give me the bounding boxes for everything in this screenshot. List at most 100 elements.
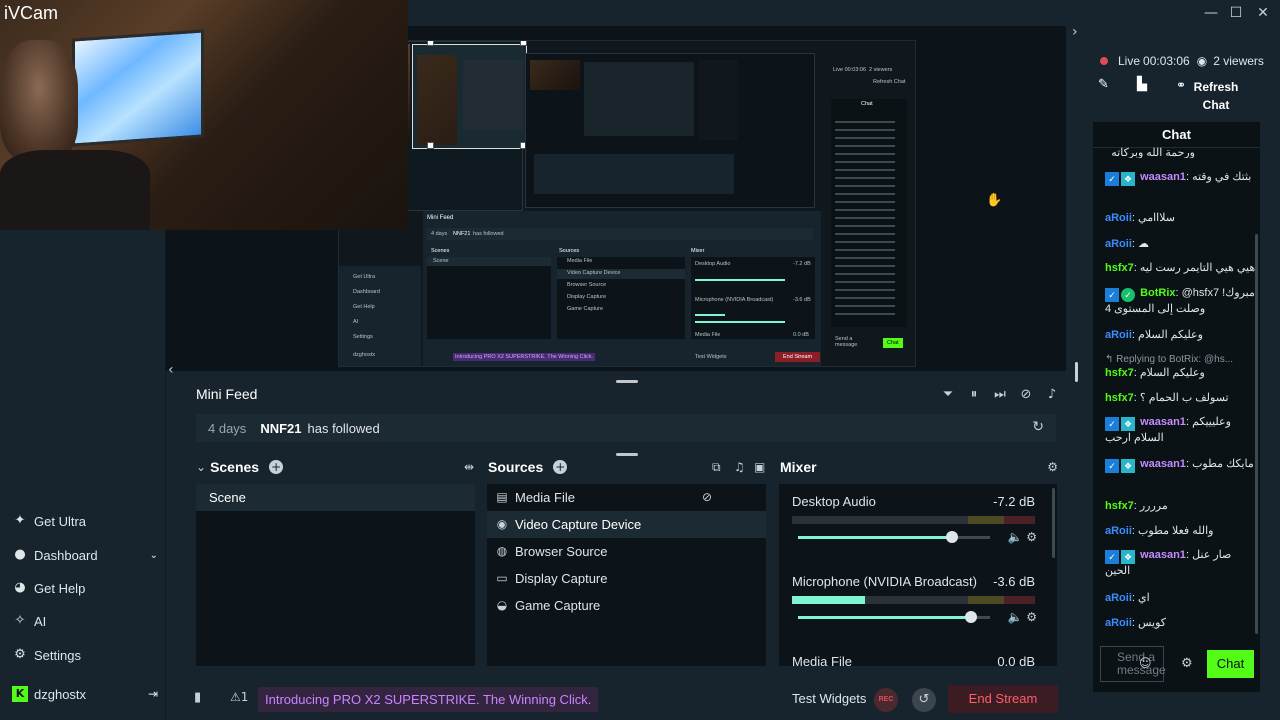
source-label: Media File	[515, 490, 575, 505]
webcam-icon: ◉	[496, 517, 508, 531]
gear-icon[interactable]: ⚙	[1047, 460, 1058, 474]
chat-settings-gear-icon[interactable]: ⚙	[1181, 656, 1193, 671]
chat-message: aRoii: اي	[1105, 592, 1150, 604]
gamepad-icon: ◒	[496, 598, 508, 612]
mixer-scrollbar[interactable]	[1052, 488, 1055, 558]
source-label: Video Capture Device	[515, 517, 642, 532]
popout-icon[interactable]: ▙	[1137, 77, 1147, 92]
audio-source-icon[interactable]: ♫	[734, 460, 745, 474]
mute-icon[interactable]: 🔈 ⚙	[1007, 610, 1037, 624]
sidebar-item-get-ultra[interactable]: ✦ Get Ultra	[12, 510, 86, 532]
source-item-display[interactable]: ▭ Display Capture	[487, 565, 766, 592]
verified-icon: ✓	[1105, 417, 1119, 431]
source-item-video-capture[interactable]: ◉ Video Capture Device	[487, 511, 766, 538]
scenes-title: Scenes	[210, 459, 260, 475]
chat-message-input[interactable]: Send a message	[1100, 646, 1166, 682]
message-text: وعليكم السلام	[1139, 367, 1205, 379]
mixer-channel-media: Media File 0.0 dB	[779, 648, 1047, 666]
chat-message: aRoii: ☁	[1105, 237, 1150, 250]
folder-icon[interactable]: ▣	[754, 460, 765, 474]
username: dzghostx	[34, 686, 87, 702]
source-layout-icon[interactable]: ⧉	[712, 460, 721, 475]
hidden-eye-icon[interactable]: ⊘	[700, 484, 714, 511]
logout-icon[interactable]: ⇥	[148, 687, 158, 701]
source-label: Browser Source	[515, 544, 608, 559]
bot-badge-icon: ✓	[1121, 288, 1135, 302]
feed-event-user: NNF21	[260, 420, 302, 436]
chevron-down-icon[interactable]: ⌄	[196, 460, 206, 474]
channel-db: 0.0 dB	[997, 654, 1035, 666]
verified-icon: ✓	[1105, 288, 1119, 302]
scenes-list: Scene	[196, 484, 475, 666]
sidebar-item-settings[interactable]: ⚙ Settings	[12, 644, 81, 666]
message-text: هيي هيي التايمر رست ليه	[1139, 262, 1255, 274]
minifeed-title: Mini Feed	[196, 386, 258, 402]
panel-drag-handle[interactable]	[616, 380, 638, 383]
volume-slider[interactable]	[798, 611, 990, 623]
record-button[interactable]: REC	[874, 688, 898, 712]
channel-name: Microphone (NVIDIA Broadcast)	[792, 574, 977, 589]
chat-title: Chat	[1093, 122, 1260, 148]
end-stream-button[interactable]: End Stream	[948, 685, 1058, 713]
sidebar-item-ai[interactable]: ✧ AI	[12, 610, 47, 632]
preview-nested-view	[525, 53, 815, 208]
resize-handle[interactable]	[1075, 362, 1078, 382]
sparkle-icon: ✧	[14, 613, 26, 628]
source-item-browser[interactable]: ◍ Browser Source	[487, 538, 766, 565]
sidebar-user[interactable]: K dzghostx ⇥	[12, 683, 158, 705]
add-scene-icon[interactable]: +	[269, 460, 284, 474]
mute-icon[interactable]: 🔈 ⚙	[1007, 530, 1037, 544]
mixer-channel-mic: Microphone (NVIDIA Broadcast) -3.6 dB 🔈 …	[779, 568, 1047, 638]
chat-message: aRoii: والله فعلا مطوب	[1105, 525, 1214, 537]
sidebar-item-dashboard[interactable]: ● Dashboard ⌄	[12, 544, 158, 566]
app-window: — ☐ ✕ ✦ Get Ultra ● Dashboard ⌄ ◕ Get He…	[0, 0, 1280, 720]
scene-item[interactable]: Scene	[196, 484, 475, 511]
verified-icon: ✓	[1105, 459, 1119, 473]
volume-slider[interactable]	[798, 531, 990, 543]
promo-banner[interactable]: Introducing PRO X2 SUPERSTRIKE. The Winn…	[258, 687, 599, 712]
stream-timer: 00:03:06	[1143, 54, 1190, 68]
stream-preview[interactable]: Mini Feed 4 days NNF21 has followed Scen…	[338, 40, 916, 367]
stats-icon[interactable]: ▮	[194, 690, 201, 705]
message-user: aRoii	[1105, 329, 1132, 341]
sidebar-item-get-help[interactable]: ◕ Get Help	[12, 577, 85, 599]
close-icon[interactable]: ✕	[1252, 3, 1274, 23]
scene-transition-icon[interactable]: ⇹	[464, 460, 474, 474]
source-item-game[interactable]: ◒ Game Capture	[487, 592, 766, 619]
replay-alert-icon[interactable]: ↻	[1032, 419, 1044, 435]
emoji-icon[interactable]: ☺	[1139, 656, 1152, 670]
mixer-header: Mixer ⚙	[780, 458, 1060, 476]
pause-icon[interactable]: ⏸	[966, 386, 982, 404]
sources-title: Sources	[488, 459, 544, 475]
chat-message: aRoii: سلااامي	[1105, 212, 1175, 224]
pencil-icon[interactable]: ✎	[1098, 77, 1109, 92]
test-widgets-button[interactable]: Test Widgets	[792, 691, 866, 706]
chat-message: ✓ ❖ waasan1: صار عنل الحين	[1105, 549, 1232, 577]
mute-alerts-icon[interactable]: ⊘	[1018, 386, 1034, 404]
filter-icon[interactable]: ⏷	[940, 386, 956, 404]
collapse-left-icon[interactable]: ‹	[168, 362, 174, 378]
chat-message: hsfx7: مرررر	[1105, 500, 1168, 512]
chat-scrollbar[interactable]	[1255, 234, 1258, 634]
send-chat-button[interactable]: Chat	[1207, 650, 1254, 678]
sidebar-item-label: AI	[34, 613, 47, 629]
refresh-chat-button[interactable]: Refresh Chat	[1190, 78, 1242, 114]
live-label: Live	[1118, 54, 1141, 68]
panel-drag-handle-2[interactable]	[616, 453, 638, 456]
skip-icon[interactable]: ⏭	[992, 386, 1008, 404]
source-item-media-file[interactable]: ▤ Media File ⊘	[487, 484, 766, 511]
source-label: Display Capture	[515, 571, 608, 586]
minimize-icon[interactable]: —	[1200, 3, 1222, 23]
chat-message: hsfx7: هيي هيي التايمر رست ليه	[1105, 262, 1255, 274]
live-dot-icon	[1100, 57, 1108, 65]
collapse-right-icon[interactable]: ›	[1072, 24, 1078, 40]
add-source-icon[interactable]: +	[553, 460, 568, 474]
volume-icon[interactable]: ♪	[1044, 386, 1060, 404]
maximize-icon[interactable]: ☐	[1225, 3, 1247, 23]
monitor-icon: ▭	[496, 571, 508, 585]
verified-icon: ✓	[1105, 550, 1119, 564]
hand-cursor-icon: ✋	[986, 193, 1003, 208]
replay-buffer-icon[interactable]: ↺	[912, 688, 936, 712]
verified-icon: ✓	[1105, 172, 1119, 186]
alert-icon[interactable]: ⚠1	[230, 690, 248, 704]
